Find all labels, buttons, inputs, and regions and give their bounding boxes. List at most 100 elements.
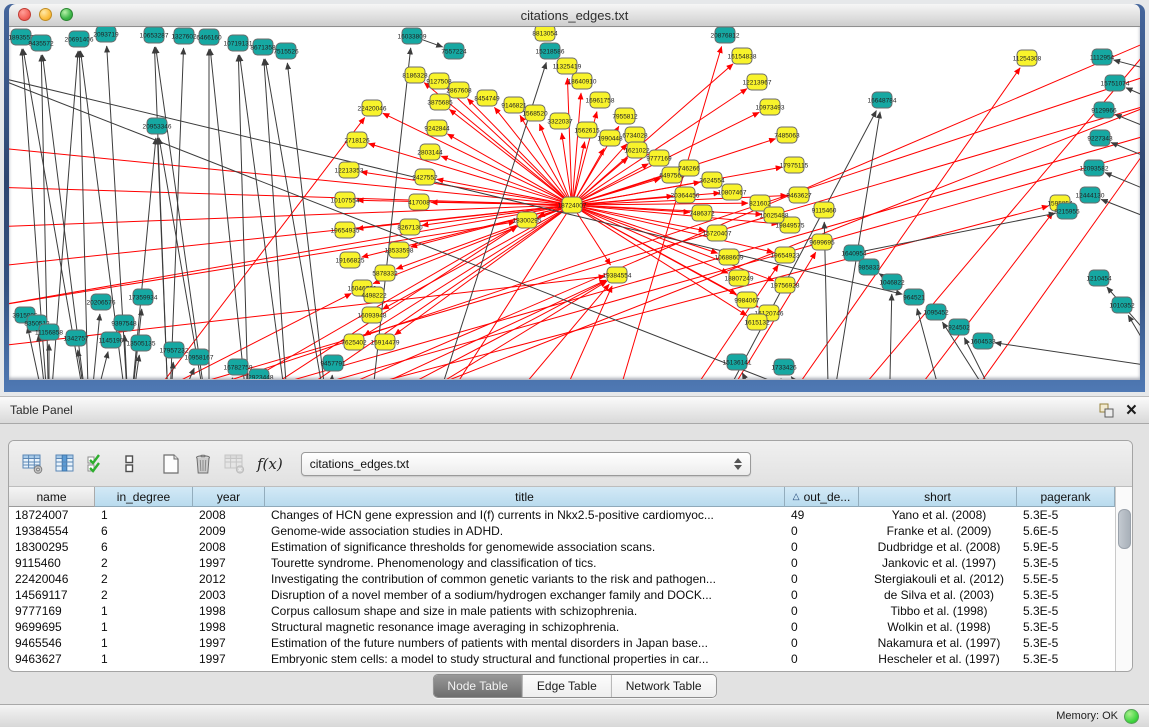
graph-node[interactable]: 17975115 — [780, 157, 809, 173]
table-row[interactable]: 977716911998Corpus callosum shape and si… — [9, 603, 1132, 619]
graph-node[interactable]: 8186328 — [402, 67, 428, 83]
column-header-name[interactable]: name — [9, 487, 95, 507]
cell-short[interactable]: Jankovic et al. (1997) — [859, 555, 1017, 571]
cell-short[interactable]: de Silva et al. (2003) — [859, 587, 1017, 603]
graph-node[interactable]: 9699695 — [809, 234, 835, 250]
graph-node[interactable]: 7625402 — [341, 334, 367, 350]
graph-edge[interactable] — [791, 377, 829, 379]
cell-name[interactable]: 9777169 — [9, 603, 95, 619]
cell-short[interactable]: Wolkin et al. (1998) — [859, 619, 1017, 635]
graph-node[interactable]: 19654935 — [331, 222, 360, 238]
graph-node[interactable]: 1327602 — [171, 28, 197, 44]
graph-edge[interactable] — [1101, 199, 1140, 222]
table-row[interactable]: 1872400712008Changes of HCN gene express… — [9, 507, 1132, 523]
graph-node[interactable]: 1095452 — [923, 304, 949, 320]
graph-node[interactable]: 9457791 — [320, 355, 346, 371]
cell-year[interactable]: 1997 — [193, 555, 265, 571]
cell-out_degree[interactable]: 0 — [785, 523, 859, 539]
graph-node[interactable]: 15218586 — [536, 43, 565, 59]
cell-out_degree[interactable]: 0 — [785, 587, 859, 603]
table-select-dropdown[interactable]: citations_edges.txt — [301, 452, 751, 476]
graph-edge[interactable] — [156, 47, 209, 379]
cell-short[interactable]: Franke et al. (2009) — [859, 523, 1017, 539]
graph-edge[interactable] — [209, 227, 517, 379]
graph-node[interactable]: 8671358 — [250, 39, 276, 55]
graph-node[interactable]: 7515526 — [273, 43, 299, 59]
graph-node[interactable]: 9146821 — [501, 97, 527, 113]
graph-node[interactable]: 2718126 — [344, 132, 370, 148]
cell-out_degree[interactable]: 0 — [785, 651, 859, 667]
cell-in_degree[interactable]: 6 — [95, 539, 193, 555]
cell-year[interactable]: 2009 — [193, 523, 265, 539]
cell-name[interactable]: 19384554 — [9, 523, 95, 539]
function-builder-icon[interactable]: f(x) — [257, 455, 283, 473]
graph-node[interactable]: 9435572 — [28, 35, 54, 51]
graph-node[interactable]: 1621022 — [624, 142, 650, 158]
table-row[interactable]: 1938455462009Genome-wide association stu… — [9, 523, 1132, 539]
graph-node[interactable]: 8215955 — [1054, 203, 1080, 219]
graph-node[interactable]: 985832 — [858, 259, 880, 275]
cell-out_degree[interactable]: 0 — [785, 539, 859, 555]
graph-node[interactable]: 924502 — [948, 319, 970, 335]
cell-in_degree[interactable]: 1 — [95, 651, 193, 667]
graph-node[interactable]: 6734028 — [622, 127, 648, 143]
cell-pagerank[interactable]: 5.6E-5 — [1017, 523, 1115, 539]
graph-edge[interactable] — [1107, 287, 1140, 347]
cell-pagerank[interactable]: 5.3E-5 — [1017, 555, 1115, 571]
graph-node[interactable]: 17957232 — [160, 342, 189, 358]
cell-name[interactable]: 9699695 — [9, 619, 95, 635]
cell-name[interactable]: 18300295 — [9, 539, 95, 555]
graph-node[interactable]: 3624554 — [699, 172, 725, 188]
graph-node[interactable]: 2803144 — [417, 144, 443, 160]
cell-short[interactable]: Tibbo et al. (1998) — [859, 603, 1017, 619]
graph-edge[interactable] — [1114, 60, 1140, 72]
cell-title[interactable]: Estimation of significance thresholds fo… — [265, 539, 785, 555]
graph-edge[interactable] — [449, 109, 565, 200]
graph-node[interactable]: 10107554 — [331, 192, 360, 208]
graph-node[interactable]: 1210454 — [1086, 270, 1112, 286]
graph-node[interactable]: 16093948 — [358, 307, 387, 323]
cell-title[interactable]: Tourette syndrome. Phenomenology and cla… — [265, 555, 785, 571]
graph-node[interactable]: 16782759 — [224, 359, 253, 375]
graph-edge[interactable] — [329, 375, 332, 379]
graph-node[interactable]: 9984067 — [734, 292, 760, 308]
column-header-short[interactable]: short — [859, 487, 1017, 507]
graph-edge[interactable] — [89, 352, 108, 379]
cell-in_degree[interactable]: 1 — [95, 619, 193, 635]
graph-edge[interactable] — [9, 206, 564, 267]
cell-name[interactable]: 9115460 — [9, 555, 95, 571]
cell-title[interactable]: Structural magnetic resonance image aver… — [265, 619, 785, 635]
graph-edge[interactable] — [9, 147, 564, 204]
graph-node[interactable]: 4498222 — [361, 287, 387, 303]
cell-title[interactable]: Investigating the contribution of common… — [265, 571, 785, 587]
cell-in_degree[interactable]: 2 — [95, 555, 193, 571]
cell-year[interactable]: 2008 — [193, 507, 265, 523]
cell-short[interactable]: Yano et al. (2008) — [859, 507, 1017, 523]
column-header-in_degree[interactable]: in_degree — [95, 487, 193, 507]
graph-node[interactable]: 16961758 — [586, 92, 615, 108]
column-header-pagerank[interactable]: pagerank — [1017, 487, 1115, 507]
graph-edge[interactable] — [89, 293, 351, 379]
graph-node[interactable]: 12444130 — [1076, 187, 1105, 203]
graph-node[interactable]: 1046822 — [879, 274, 905, 290]
graph-edge[interactable] — [169, 48, 184, 379]
cell-title[interactable]: Embryonic stem cells: a model to study s… — [265, 651, 785, 667]
table-row[interactable]: 946554611997Estimation of the future num… — [9, 635, 1132, 651]
cell-name[interactable]: 18724007 — [9, 507, 95, 523]
graph-node[interactable]: 10719131 — [224, 35, 253, 51]
cell-name[interactable]: 14569117 — [9, 587, 95, 603]
graph-node[interactable]: 15136141 — [723, 354, 752, 370]
graph-node[interactable]: 9127508 — [426, 73, 452, 89]
minimize-window-button[interactable] — [39, 8, 52, 21]
graph-node[interactable]: 18640910 — [568, 73, 597, 89]
graph-node[interactable]: 1733426 — [771, 359, 797, 375]
tab-network-table[interactable]: Network Table — [611, 675, 716, 697]
graph-node[interactable]: 13505135 — [127, 335, 156, 351]
graph-node[interactable]: 8267130 — [397, 219, 423, 235]
graph-node[interactable]: 2427552 — [412, 169, 438, 185]
graph-edge[interactable] — [995, 343, 1140, 367]
cell-year[interactable]: 1997 — [193, 651, 265, 667]
graph-node[interactable]: 16033809 — [398, 28, 427, 44]
graph-edge[interactable] — [549, 286, 612, 379]
cell-out_degree[interactable]: 0 — [785, 619, 859, 635]
